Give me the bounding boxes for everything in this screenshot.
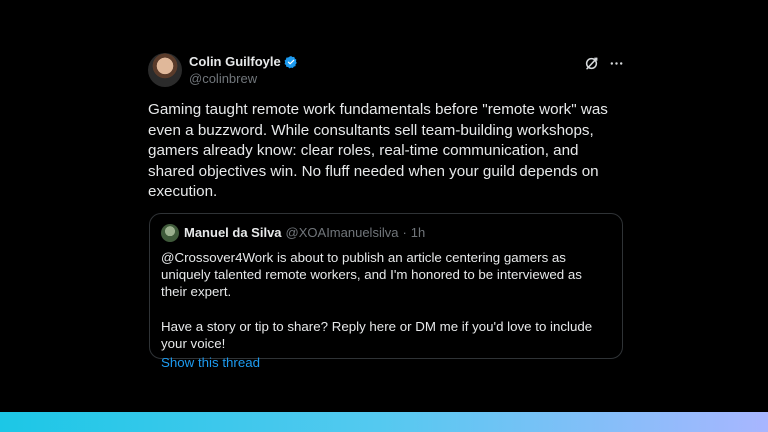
author-handle[interactable]: @colinbrew [189, 71, 298, 86]
quoted-separator: · [402, 225, 407, 240]
author-name-row: Colin Guilfoyle [189, 54, 298, 69]
show-thread-link[interactable]: Show this thread [161, 355, 260, 370]
tweet-actions [584, 56, 624, 71]
author-names: Colin Guilfoyle @colinbrew [189, 54, 298, 86]
quoted-tweet-header: Manuel da Silva @XOAImanuelsilva · 1h [161, 223, 611, 242]
quoted-author-avatar [161, 223, 179, 242]
quoted-tweet[interactable]: Manuel da Silva @XOAImanuelsilva · 1h @C… [149, 212, 623, 370]
author-display-name[interactable]: Colin Guilfoyle [189, 54, 281, 69]
quoted-author-name: Manuel da Silva [184, 225, 282, 240]
gradient-bar [0, 412, 768, 432]
tweet-card: Colin Guilfoyle @colinbrew Gaming taught… [148, 50, 628, 370]
author-avatar[interactable] [148, 53, 182, 87]
verified-badge-icon [284, 55, 297, 68]
tweet-text: Gaming taught remote work fundamentals b… [148, 101, 608, 200]
quoted-timestamp: 1h [410, 225, 426, 240]
quoted-tweet-text: @Crossover4Work is about to publish an a… [161, 249, 593, 351]
quoted-author-handle: @XOAImanuelsilva [285, 225, 399, 240]
grok-icon[interactable] [584, 56, 599, 71]
more-icon[interactable] [609, 56, 624, 71]
tweet-header: Colin Guilfoyle @colinbrew [148, 50, 628, 90]
